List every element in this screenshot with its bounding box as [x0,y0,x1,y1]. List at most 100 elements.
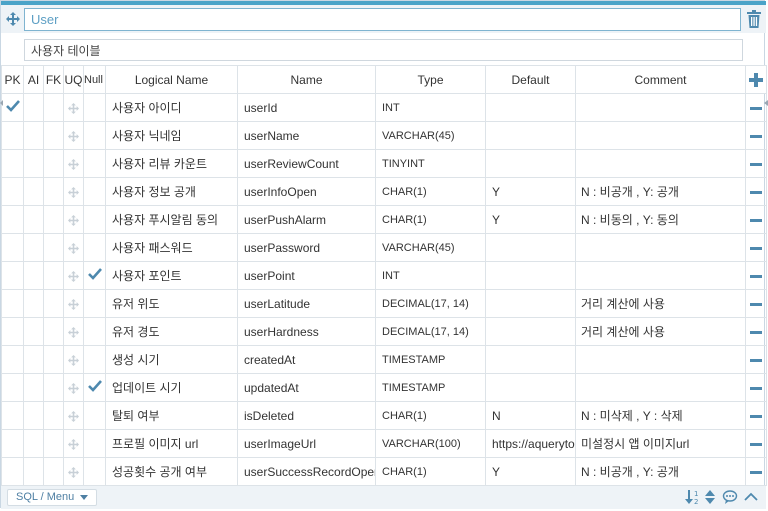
drag-grip-icon[interactable] [68,213,79,227]
drag-grip-icon[interactable] [68,437,79,451]
null-cell[interactable] [83,93,106,122]
logical-name-cell[interactable]: 탈퇴 여부 [105,401,238,430]
default-cell[interactable] [485,373,576,402]
default-cell[interactable] [485,121,576,150]
check-icon[interactable] [87,268,102,283]
default-cell[interactable] [485,149,576,178]
type-cell[interactable]: INT [375,261,486,290]
comment-cell[interactable] [575,373,746,402]
minus-icon[interactable] [750,274,762,278]
type-cell[interactable]: CHAR(1) [375,457,486,486]
logical-name-cell[interactable]: 사용자 푸시알림 동의 [105,205,238,234]
type-cell[interactable]: DECIMAL(17, 14) [375,317,486,346]
default-cell[interactable] [485,289,576,318]
ai-cell[interactable] [23,429,44,458]
remove-column-button[interactable] [745,149,767,178]
fk-cell[interactable] [43,233,64,262]
null-cell[interactable] [83,457,106,486]
type-cell[interactable]: CHAR(1) [375,401,486,430]
fk-cell[interactable] [43,457,64,486]
default-cell[interactable] [485,233,576,262]
logical-name-cell[interactable]: 사용자 리뷰 카운트 [105,149,238,178]
pk-cell[interactable] [1,261,24,290]
logical-name-cell[interactable]: 생성 시기 [105,345,238,374]
minus-icon[interactable] [750,218,762,222]
remove-column-button[interactable] [745,345,767,374]
pk-cell[interactable] [1,205,24,234]
type-cell[interactable]: TINYINT [375,149,486,178]
name-cell[interactable]: userId [237,93,376,122]
drag-grip-icon[interactable] [68,185,79,199]
comment-cell[interactable]: 거리 계산에 사용 [575,317,746,346]
fk-cell[interactable] [43,121,64,150]
logical-name-cell[interactable]: 유저 위도 [105,289,238,318]
drag-grip-icon[interactable] [68,157,79,171]
remove-column-button[interactable] [745,289,767,318]
name-cell[interactable]: userName [237,121,376,150]
logical-name-cell[interactable]: 사용자 정보 공개 [105,177,238,206]
remove-column-button[interactable] [745,401,767,430]
comment-cell[interactable]: N : 비공개 , Y: 공개 [575,457,746,486]
ai-cell[interactable] [23,317,44,346]
minus-icon[interactable] [750,386,762,390]
name-cell[interactable]: userLatitude [237,289,376,318]
type-cell[interactable]: VARCHAR(45) [375,121,486,150]
comment-cell[interactable]: 미설정시 앱 이미지url [575,429,746,458]
logical-name-cell[interactable]: 사용자 포인트 [105,261,238,290]
ai-cell[interactable] [23,345,44,374]
logical-name-cell[interactable]: 성공횟수 공개 여부 [105,457,238,486]
default-cell[interactable] [485,261,576,290]
comment-cell[interactable] [575,345,746,374]
ai-cell[interactable] [23,457,44,486]
pk-cell[interactable] [1,401,24,430]
pk-cell[interactable] [1,373,24,402]
pk-cell[interactable] [1,121,24,150]
comment-cell[interactable] [575,121,746,150]
null-cell[interactable] [83,289,106,318]
null-cell[interactable] [83,205,106,234]
null-cell[interactable] [83,429,106,458]
name-cell[interactable]: isDeleted [237,401,376,430]
null-cell[interactable] [83,373,106,402]
remove-column-button[interactable] [745,93,767,122]
remove-column-button[interactable] [745,121,767,150]
pk-cell[interactable] [1,317,24,346]
name-cell[interactable]: userSuccessRecordOpen [237,457,376,486]
fk-cell[interactable] [43,317,64,346]
drag-grip-icon[interactable] [68,409,79,423]
default-cell[interactable]: https://aqueryto [485,429,576,458]
logical-name-cell[interactable]: 유저 경도 [105,317,238,346]
fk-cell[interactable] [43,289,64,318]
ai-cell[interactable] [23,233,44,262]
ai-cell[interactable] [23,373,44,402]
name-cell[interactable]: userHardness [237,317,376,346]
default-cell[interactable]: Y [485,457,576,486]
type-cell[interactable]: VARCHAR(100) [375,429,486,458]
remove-column-button[interactable] [745,429,767,458]
fk-cell[interactable] [43,373,64,402]
comment-cell[interactable]: 거리 계산에 사용 [575,289,746,318]
type-cell[interactable]: CHAR(1) [375,205,486,234]
null-cell[interactable] [83,177,106,206]
minus-icon[interactable] [750,162,762,166]
comment-cell[interactable]: N : 미삭제 , Y : 삭제 [575,401,746,430]
table-name-input[interactable] [24,8,741,31]
ai-cell[interactable] [23,289,44,318]
trash-icon[interactable] [746,10,762,28]
drag-grip-icon[interactable] [68,381,79,395]
name-cell[interactable]: userImageUrl [237,429,376,458]
fk-cell[interactable] [43,429,64,458]
check-icon[interactable] [5,100,20,115]
type-cell[interactable]: TIMESTAMP [375,345,486,374]
fk-cell[interactable] [43,93,64,122]
logical-name-cell[interactable]: 프로필 이미지 url [105,429,238,458]
sort-az-icon[interactable]: 1 2 [685,489,701,506]
drag-grip-icon[interactable] [68,129,79,143]
ai-cell[interactable] [23,261,44,290]
up-down-icon[interactable] [704,489,720,505]
remove-column-button[interactable] [745,373,767,402]
check-icon[interactable] [87,380,102,395]
chevron-up-icon[interactable] [743,489,759,505]
null-cell[interactable] [83,317,106,346]
pk-cell[interactable] [1,457,24,486]
